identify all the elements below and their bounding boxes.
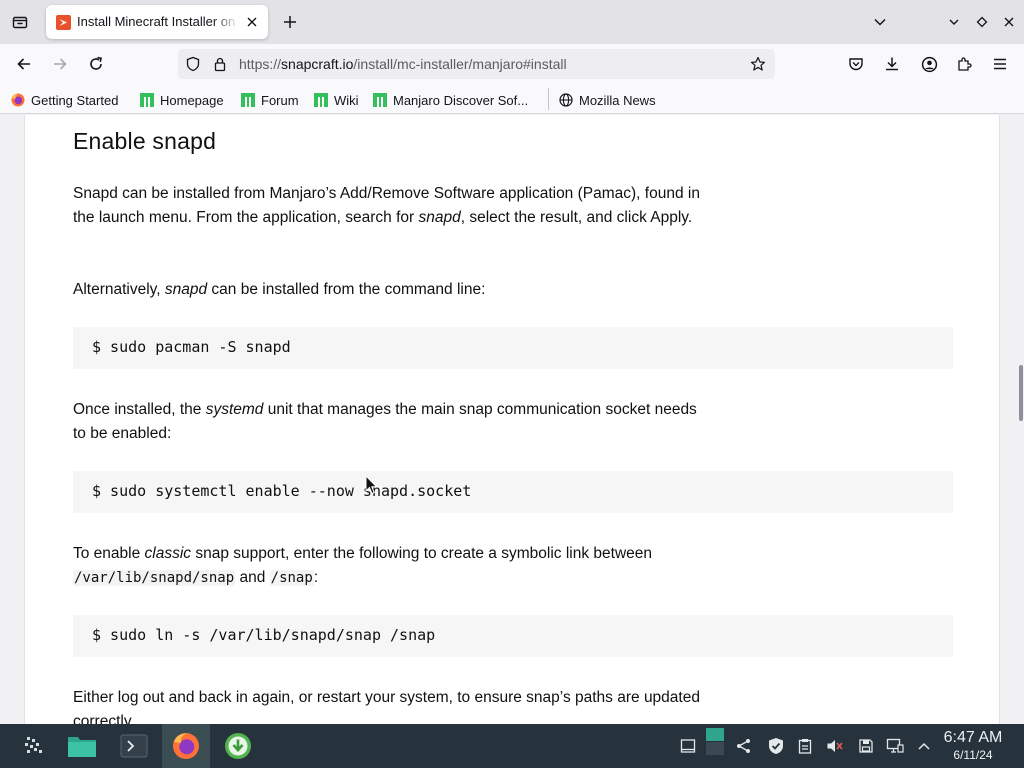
list-all-tabs-icon[interactable] — [8, 10, 32, 34]
bookmark-label: Homepage — [160, 92, 224, 108]
globe-icon — [559, 93, 573, 107]
bookmarks-toolbar: Getting Started Homepage Forum Wiki Manj… — [0, 84, 1024, 114]
paragraph-systemd: Once installed, the systemd unit that ma… — [73, 398, 713, 446]
browser-tab-active[interactable]: Install Minecraft Installer on Manjaro — [46, 5, 268, 39]
storage-device-icon[interactable] — [856, 736, 876, 756]
network-wired-icon[interactable] — [885, 736, 905, 756]
paragraph-logout: Either log out and back in again, or res… — [73, 689, 700, 724]
bookmark-label: Wiki — [334, 92, 359, 108]
bookmark-label: Mozilla News — [579, 92, 656, 108]
bookmarks-separator — [548, 88, 549, 110]
security-shield-check-icon[interactable] — [766, 736, 786, 756]
bookmark-wiki[interactable]: Wiki — [314, 91, 359, 109]
tab-overflow-chevron-icon[interactable] — [870, 12, 890, 32]
show-desktop-icon[interactable] — [678, 736, 698, 756]
manjaro-icon — [314, 93, 328, 107]
system-clock[interactable]: 6:47 AM 6/11/24 — [936, 728, 1010, 762]
text-emphasis: systemd — [205, 401, 264, 418]
text: : — [313, 569, 319, 586]
bookmark-forum[interactable]: Forum — [241, 91, 299, 109]
url-prefix: https:// — [239, 56, 282, 72]
file-manager-icon[interactable] — [60, 724, 104, 768]
url-host: snapcraft.io — [281, 56, 354, 72]
system-taskbar: 6:47 AM 6/11/24 — [0, 724, 1024, 768]
text: To enable — [73, 545, 145, 562]
bookmark-getting-started[interactable]: Getting Started — [11, 91, 118, 109]
text-emphasis: snapd — [164, 281, 208, 298]
mouse-cursor-icon — [365, 475, 378, 495]
text: Once installed, the — [73, 401, 206, 418]
address-bar[interactable]: https://snapcraft.io/install/mc-installe… — [178, 49, 775, 79]
inline-code: /var/lib/snapd/snap — [73, 570, 236, 586]
text: and — [235, 569, 270, 586]
code-text: $ sudo ln -s /var/lib/snapd/snap /snap — [92, 626, 436, 644]
menu-hamburger-icon[interactable] — [988, 52, 1012, 76]
text: Alternatively, — [73, 281, 165, 298]
content-card: Enable snapd Snapd can be installed from… — [24, 115, 1000, 724]
tracking-protection-shield-icon[interactable] — [185, 56, 201, 72]
kde-connect-icon[interactable] — [734, 736, 754, 756]
pocket-icon[interactable] — [844, 52, 868, 76]
text: can be installed from the command line: — [207, 281, 486, 298]
new-tab-icon[interactable] — [279, 11, 301, 33]
account-icon[interactable] — [917, 52, 941, 76]
clipboard-icon[interactable] — [795, 736, 815, 756]
code-text: $ sudo pacman -S snapd — [92, 338, 291, 356]
minimize-chevron-icon[interactable] — [944, 12, 964, 32]
app-launcher-icon[interactable] — [14, 724, 54, 768]
reload-icon[interactable] — [84, 52, 108, 76]
snapcraft-icon — [56, 15, 71, 30]
bookmark-label: Forum — [261, 92, 299, 108]
volume-muted-icon[interactable] — [825, 736, 845, 756]
paragraph-alternatively: Alternatively, snapd can be installed fr… — [73, 278, 713, 302]
maximize-diamond-icon[interactable] — [972, 12, 992, 32]
show-hidden-icons-chevron-icon[interactable] — [914, 736, 934, 756]
text-emphasis: classic — [144, 545, 192, 562]
url-path: /install/mc-installer/manjaro#install — [353, 56, 567, 72]
manjaro-icon — [241, 93, 255, 107]
tab-title: Install Minecraft Installer on Manjaro — [77, 14, 239, 29]
bookmark-manjaro-discover[interactable]: Manjaro Discover Sof... — [373, 91, 528, 109]
page-scrollbar-thumb[interactable] — [1019, 365, 1023, 421]
bookmark-label: Getting Started — [31, 92, 119, 108]
tab-strip: Install Minecraft Installer on Manjaro — [0, 0, 1024, 44]
text: , select the result, and click Apply. — [460, 209, 693, 226]
section-heading: Enable snapd — [73, 128, 217, 154]
bookmark-homepage[interactable]: Homepage — [140, 91, 224, 109]
bookmark-star-icon[interactable] — [750, 56, 766, 72]
code-text: $ sudo systemctl enable --now snapd.sock… — [92, 482, 472, 500]
navigation-toolbar: https://snapcraft.io/install/mc-installe… — [0, 44, 1024, 84]
url-text[interactable]: https://snapcraft.io/install/mc-installe… — [239, 56, 567, 72]
code-block-pacman[interactable]: $ sudo pacman -S snapd — [73, 327, 953, 369]
paragraph-classic: To enable classic snap support, enter th… — [73, 542, 703, 590]
close-tab-icon[interactable] — [243, 13, 261, 31]
clock-date: 6/11/24 — [953, 748, 993, 762]
inline-code: /snap — [269, 570, 314, 586]
code-block-symlink[interactable]: $ sudo ln -s /var/lib/snapd/snap /snap — [73, 615, 953, 657]
bookmark-mozilla-news[interactable]: Mozilla News — [559, 91, 656, 109]
firefox-icon — [11, 93, 25, 107]
firefox-taskbar-icon[interactable] — [162, 724, 210, 768]
extensions-puzzle-icon[interactable] — [952, 52, 976, 76]
bookmark-label: Manjaro Discover Sof... — [393, 92, 529, 108]
page-viewport[interactable]: Enable snapd Snapd can be installed from… — [0, 115, 1024, 724]
forward-arrow-icon[interactable] — [48, 52, 72, 76]
manjaro-icon — [373, 93, 387, 107]
text: snap support, enter the following to cre… — [191, 545, 652, 562]
back-arrow-icon[interactable] — [12, 52, 36, 76]
lock-icon[interactable] — [212, 56, 228, 72]
virtual-desktop-pager-icon[interactable] — [705, 728, 725, 755]
downloads-icon[interactable] — [880, 52, 904, 76]
clock-time: 6:47 AM — [943, 729, 1003, 746]
terminal-icon[interactable] — [114, 724, 154, 768]
text-emphasis: snapd — [418, 209, 461, 226]
manjaro-icon — [140, 93, 154, 107]
close-window-icon[interactable] — [999, 12, 1019, 32]
paragraph-pamac: Snapd can be installed from Manjaro’s Ad… — [73, 182, 713, 230]
code-block-systemctl[interactable]: $ sudo systemctl enable --now snapd.sock… — [73, 471, 953, 513]
software-updater-icon[interactable] — [218, 724, 258, 768]
